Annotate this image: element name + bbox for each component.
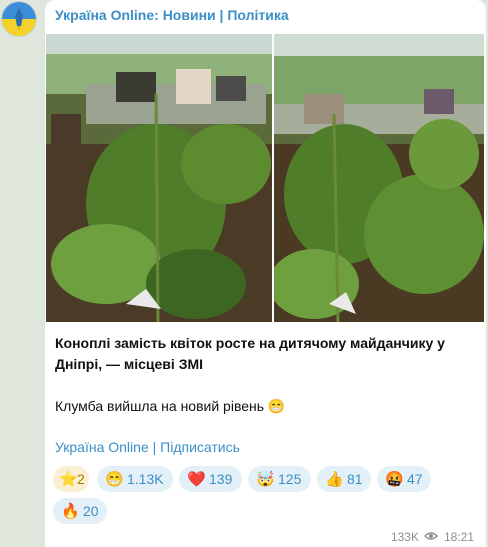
channel-title[interactable]: Україна Online: Новини | Політика	[55, 7, 289, 23]
post-text: Коноплі замість квіток росте на дитячому…	[55, 333, 475, 417]
reaction-heart[interactable]: ❤️ 139	[179, 466, 242, 492]
cursing-face-icon: 🤬	[385, 471, 404, 488]
post-body: Клумба вийшла на новий рівень 😁	[55, 398, 286, 414]
message-meta: 133K 18:21	[391, 530, 474, 544]
view-count: 133K	[390, 530, 419, 544]
subscribe-link[interactable]: Підписатись	[160, 439, 240, 455]
reaction-count: 139	[209, 471, 233, 487]
thumbs-up-icon: 👍	[325, 471, 344, 488]
message-time: 18:21	[443, 530, 474, 544]
photo-2[interactable]	[274, 34, 484, 322]
star-icon: ⭐	[59, 471, 78, 488]
reaction-count: 2	[77, 471, 85, 487]
channel-avatar[interactable]	[1, 1, 37, 37]
reaction-cursing-face[interactable]: 🤬 47	[377, 466, 431, 492]
reaction-count: 20	[83, 503, 99, 519]
post-headline: Коноплі замість квіток росте на дитячому…	[55, 335, 445, 372]
photo-1[interactable]	[46, 34, 272, 322]
message-bubble: Україна Online: Новини | Політика Конопл…	[45, 0, 486, 547]
heart-icon: ❤️	[187, 471, 206, 488]
channel-link[interactable]: Україна Online	[55, 439, 149, 455]
grin-icon: 😁	[105, 471, 124, 488]
link-separator: |	[148, 439, 161, 455]
exploding-head-icon: 🤯	[256, 471, 275, 488]
reaction-count: 1.13K	[127, 471, 164, 487]
fire-icon: 🔥	[61, 503, 80, 520]
post-footer-links: Україна Online | Підписатись	[55, 439, 240, 455]
eye-icon	[423, 530, 438, 544]
reaction-star[interactable]: ⭐ 2	[53, 466, 89, 492]
reaction-fire[interactable]: 🔥 20	[53, 498, 107, 524]
reaction-thumbs-up[interactable]: 👍 81	[317, 466, 371, 492]
reaction-grin[interactable]: 😁 1.13K	[97, 466, 173, 492]
avatar-ukraine-flag-icon	[2, 2, 36, 36]
reaction-count: 81	[347, 471, 363, 487]
reaction-count: 125	[278, 471, 302, 487]
reaction-exploding-head[interactable]: 🤯 125	[248, 466, 311, 492]
reaction-count: 47	[407, 471, 423, 487]
